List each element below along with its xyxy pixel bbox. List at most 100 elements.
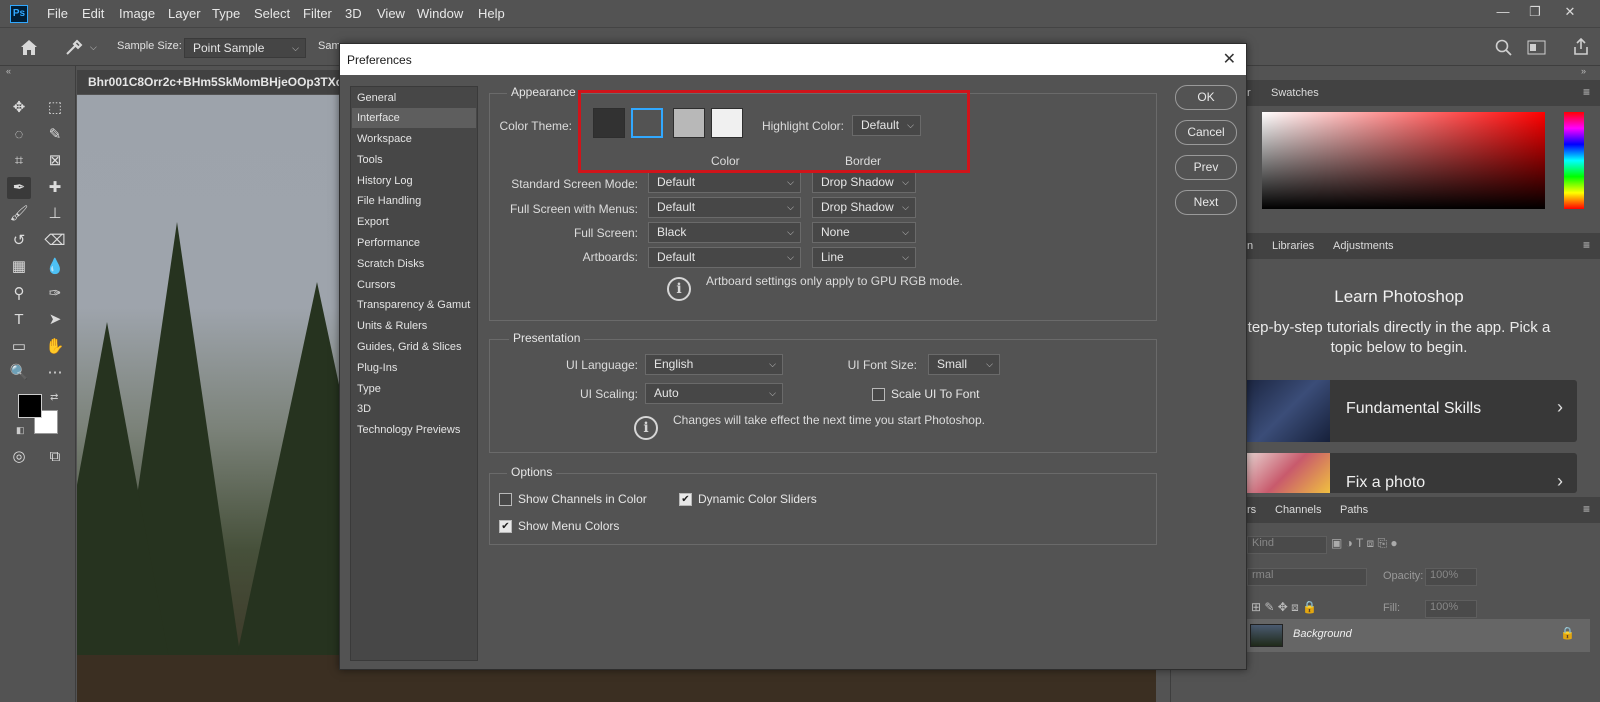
screen-mode-icon[interactable]: ⧉ xyxy=(43,446,67,468)
nav-item-scratch-disks[interactable]: Scratch Disks xyxy=(352,254,476,274)
tool-preset-chevron-icon[interactable]: ⌵ xyxy=(90,42,97,53)
tab-libraries[interactable]: Libraries xyxy=(1272,240,1314,252)
ok-button[interactable]: OK xyxy=(1175,85,1237,110)
nav-item-workspace[interactable]: Workspace xyxy=(352,129,476,149)
prev-button[interactable]: Prev xyxy=(1175,155,1237,180)
blend-mode-dropdown[interactable]: rmal xyxy=(1247,568,1367,586)
hue-slider[interactable] xyxy=(1564,112,1584,209)
menu-help[interactable]: Help xyxy=(478,6,505,21)
ui-font-size-dropdown[interactable]: Small ⌵ xyxy=(928,354,1000,375)
nav-item-tools[interactable]: Tools xyxy=(352,150,476,170)
layer-row-background[interactable]: Background 🔒 xyxy=(1240,619,1590,652)
tutorial-card-fundamental-skills[interactable]: Fundamental Skills › xyxy=(1244,380,1577,442)
filter-icons[interactable]: ▣ ◑ T ⧈ ⎘ ● xyxy=(1331,536,1398,551)
nav-item-history-log[interactable]: History Log xyxy=(352,171,476,191)
menu-3d[interactable]: 3D xyxy=(345,6,362,21)
menu-type[interactable]: Type xyxy=(212,6,240,21)
show-menu-colors-checkbox[interactable]: ✔ xyxy=(499,520,512,533)
path-select-icon[interactable]: ➤ xyxy=(43,309,67,331)
move-tool-icon[interactable]: ✥ xyxy=(7,97,31,119)
history-brush-icon[interactable]: ↺ xyxy=(7,230,31,252)
quick-mask-icon[interactable]: ◎ xyxy=(7,446,31,468)
menu-image[interactable]: Image xyxy=(119,6,155,21)
hand-tool-icon[interactable]: ✋ xyxy=(43,336,67,358)
panel-menu-icon[interactable]: ≡ xyxy=(1583,85,1590,99)
crop-tool-icon[interactable]: ⌗ xyxy=(7,150,31,172)
document-tab[interactable]: Bhr001C8Orr2c+BHm5SkMomBHjeOOp3TXc xyxy=(77,70,342,94)
tab-learn[interactable]: n xyxy=(1247,240,1253,252)
blur-tool-icon[interactable]: 💧 xyxy=(43,256,67,278)
eyedropper-tool-icon[interactable] xyxy=(64,38,84,56)
stamp-tool-icon[interactable]: ⊥ xyxy=(43,203,67,225)
menu-filter[interactable]: Filter xyxy=(303,6,332,21)
menu-layer[interactable]: Layer xyxy=(168,6,201,21)
ui-scaling-dropdown[interactable]: Auto ⌵ xyxy=(645,383,783,404)
panel-menu-icon[interactable]: ≡ xyxy=(1583,238,1590,252)
nav-item-general[interactable]: General xyxy=(352,88,476,108)
nav-item-transparency-gamut[interactable]: Transparency & Gamut xyxy=(352,295,476,315)
show-channels-in-color-checkbox[interactable] xyxy=(499,493,512,506)
menu-window[interactable]: Window xyxy=(417,6,463,21)
frame-tool-icon[interactable]: ⊠ xyxy=(43,150,67,172)
default-colors-icon[interactable]: ◧ xyxy=(16,425,25,436)
full-screen-menus-border-dropdown[interactable]: Drop Shadow ⌵ xyxy=(812,197,916,218)
share-icon[interactable] xyxy=(1573,38,1589,56)
lock-icons[interactable]: ⊞ ✎ ✥ ⧈ 🔒 xyxy=(1251,600,1317,615)
pen-tool-icon[interactable]: ✑ xyxy=(43,283,67,305)
full-screen-border-dropdown[interactable]: None ⌵ xyxy=(812,222,916,243)
brush-tool-icon[interactable]: 🖌 xyxy=(7,203,31,225)
dodge-tool-icon[interactable]: ⚲ xyxy=(7,283,31,305)
close-icon[interactable]: ✕ xyxy=(1223,49,1236,69)
ui-language-dropdown[interactable]: English ⌵ xyxy=(645,354,783,375)
nav-item-file-handling[interactable]: File Handling xyxy=(352,191,476,211)
full-screen-menus-color-dropdown[interactable]: Default ⌵ xyxy=(648,197,801,218)
expand-chevron-icon[interactable]: » xyxy=(1581,66,1586,76)
nav-item-cursors[interactable]: Cursors xyxy=(352,275,476,295)
eyedropper-icon[interactable]: ✒ xyxy=(7,177,31,199)
tab-swatches[interactable]: Swatches xyxy=(1271,87,1319,99)
standard-screen-mode-border-dropdown[interactable]: Drop Shadow ⌵ xyxy=(812,172,916,193)
more-tools-icon[interactable]: ⋯ xyxy=(43,362,67,384)
swap-colors-icon[interactable]: ⇄ xyxy=(50,392,58,403)
sample-size-dropdown[interactable]: Point Sample ⌵ xyxy=(184,38,306,58)
nav-item-technology-previews[interactable]: Technology Previews xyxy=(352,420,476,440)
tab-channels[interactable]: Channels xyxy=(1275,504,1321,516)
type-tool-icon[interactable]: T xyxy=(7,309,31,331)
menu-view[interactable]: View xyxy=(377,6,405,21)
eraser-tool-icon[interactable]: ⌫ xyxy=(43,230,67,252)
menu-select[interactable]: Select xyxy=(254,6,290,21)
tab-paths[interactable]: Paths xyxy=(1340,504,1368,516)
panel-menu-icon[interactable]: ≡ xyxy=(1583,502,1590,516)
opacity-field[interactable]: 100% xyxy=(1425,568,1477,586)
artboards-border-dropdown[interactable]: Line ⌵ xyxy=(812,247,916,268)
lasso-tool-icon[interactable]: ◌ xyxy=(7,124,31,146)
color-picker-field[interactable] xyxy=(1262,112,1545,209)
foreground-color-swatch[interactable] xyxy=(18,394,42,418)
zoom-tool-icon[interactable]: 🔍 xyxy=(7,362,31,384)
fill-field[interactable]: 100% xyxy=(1425,600,1477,618)
healing-brush-icon[interactable]: ✚ xyxy=(43,177,67,199)
marquee-tool-icon[interactable]: ⬚ xyxy=(43,97,67,119)
cancel-button[interactable]: Cancel xyxy=(1175,120,1237,145)
nav-item-plug-ins[interactable]: Plug-Ins xyxy=(352,358,476,378)
scale-ui-to-font-checkbox[interactable] xyxy=(872,388,885,401)
next-button[interactable]: Next xyxy=(1175,190,1237,215)
quick-select-tool-icon[interactable]: ✎ xyxy=(43,124,67,146)
full-screen-color-dropdown[interactable]: Black ⌵ xyxy=(648,222,801,243)
tab-color[interactable]: r xyxy=(1247,87,1251,99)
menu-file[interactable]: File xyxy=(47,6,68,21)
workspace-icon[interactable] xyxy=(1527,40,1547,56)
standard-screen-mode-color-dropdown[interactable]: Default ⌵ xyxy=(648,172,801,193)
tab-layers[interactable]: rs xyxy=(1247,504,1256,516)
minimize-icon[interactable]: — xyxy=(1488,2,1518,22)
rectangle-tool-icon[interactable]: ▭ xyxy=(7,336,31,358)
dynamic-color-sliders-checkbox[interactable]: ✔ xyxy=(679,493,692,506)
artboards-color-dropdown[interactable]: Default ⌵ xyxy=(648,247,801,268)
nav-item-performance[interactable]: Performance xyxy=(352,233,476,253)
home-icon[interactable] xyxy=(19,38,39,56)
nav-item-interface[interactable]: Interface xyxy=(352,108,476,128)
nav-item-units-rulers[interactable]: Units & Rulers xyxy=(352,316,476,336)
nav-item-type[interactable]: Type xyxy=(352,379,476,399)
nav-item-export[interactable]: Export xyxy=(352,212,476,232)
nav-item-3d[interactable]: 3D xyxy=(352,399,476,419)
